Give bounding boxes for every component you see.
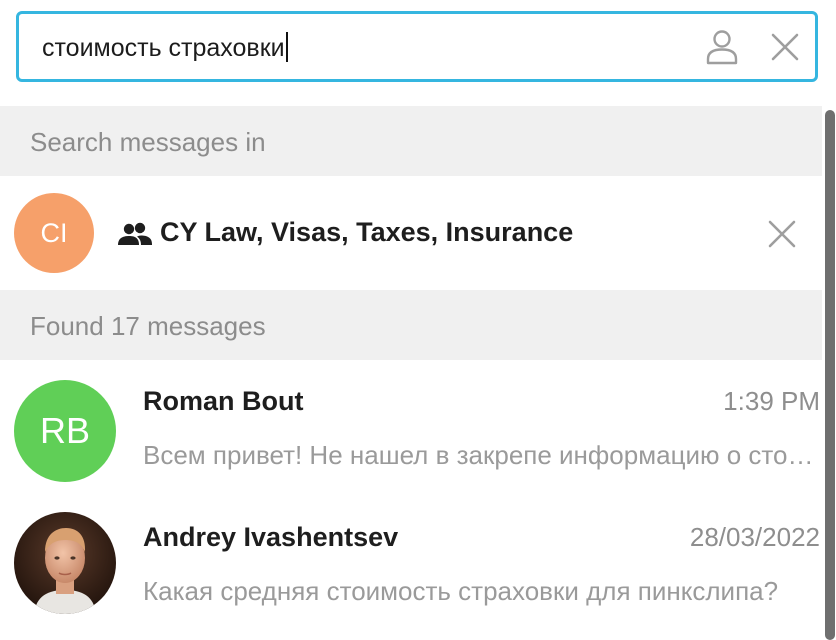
search-in-header: Search messages in (0, 106, 822, 176)
message-time: 28/03/2022 (689, 522, 820, 552)
message-preview: Всем привет! Не нашел в закрепе информац… (143, 440, 819, 470)
results-header: Found 17 messages (0, 290, 822, 360)
message-time: 1:39 PM (723, 386, 820, 416)
message-sender: Andrey Ivashentsev (143, 522, 399, 552)
search-query: стоимость страховки (42, 34, 285, 62)
avatar: CI (14, 193, 94, 273)
message-result[interactable]: RB Roman Bout 1:39 PM Всем привет! Не на… (0, 360, 822, 496)
scrollbar-thumb[interactable] (825, 110, 835, 640)
group-icon (118, 222, 152, 245)
message-result[interactable]: Andrey Ivashentsev 28/03/2022 Какая сред… (0, 496, 822, 632)
search-chat-filter: CI CY Law, Visas, Taxes, Insurance (0, 176, 822, 290)
message-sender: Roman Bout (143, 386, 304, 416)
search-input[interactable]: стоимость страховки (42, 32, 288, 64)
person-icon[interactable] (705, 29, 739, 65)
avatar-photo (14, 512, 116, 614)
avatar: RB (14, 380, 116, 482)
chat-name: CY Law, Visas, Taxes, Insurance (160, 217, 574, 247)
close-icon[interactable] (766, 218, 798, 250)
close-icon[interactable] (769, 31, 801, 63)
message-preview: Какая средняя стоимость страховки для пи… (143, 576, 779, 606)
search-bar[interactable]: стоимость страховки (16, 11, 818, 82)
text-caret (285, 32, 288, 62)
